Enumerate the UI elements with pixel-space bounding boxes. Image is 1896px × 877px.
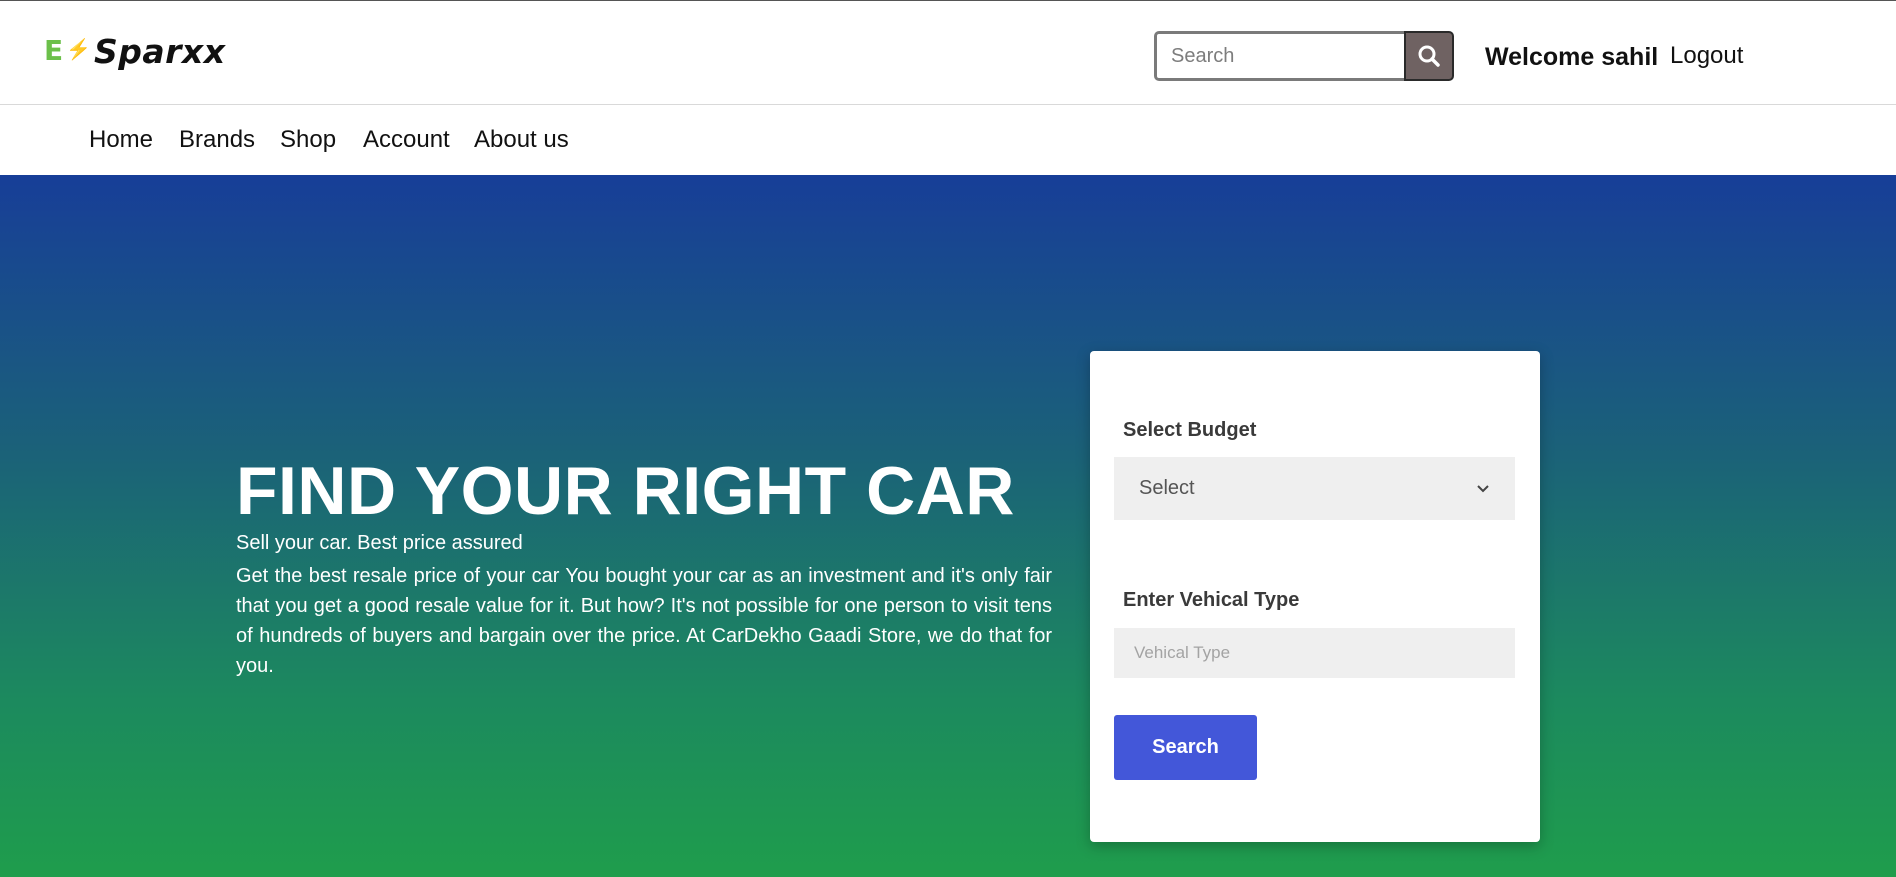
brand-name: Sparxx — [94, 31, 226, 71]
vehicle-type-input[interactable] — [1114, 628, 1515, 678]
logout-link[interactable]: Logout — [1670, 42, 1743, 70]
search-input[interactable] — [1154, 31, 1404, 81]
header-search — [1154, 31, 1454, 81]
welcome-message: Welcome sahil — [1485, 43, 1659, 71]
nav-item-about-us[interactable]: About us — [474, 126, 569, 154]
brand-logo[interactable]: E ⚡ Sparxx — [44, 31, 226, 71]
logo-icon: E ⚡ — [44, 34, 91, 67]
main-nav: Home Brands Shop Account About us — [0, 106, 1896, 175]
nav-item-brands[interactable]: Brands — [179, 126, 255, 154]
budget-select-value: Select — [1139, 477, 1195, 499]
hero-section: FIND YOUR RIGHT CAR Sell your car. Best … — [0, 175, 1896, 877]
budget-label: Select Budget — [1123, 419, 1257, 441]
car-finder-panel: Select Budget Select Enter Vehical Type … — [1090, 351, 1540, 842]
hero-subtitle: Sell your car. Best price assured — [236, 532, 523, 554]
nav-item-home[interactable]: Home — [89, 126, 153, 154]
nav-item-shop[interactable]: Shop — [280, 126, 336, 154]
vehicle-type-label: Enter Vehical Type — [1123, 589, 1300, 611]
hero-title: FIND YOUR RIGHT CAR — [236, 453, 1015, 529]
finder-search-button[interactable]: Search — [1114, 715, 1257, 780]
top-header: E⚡ Sparxx Welcome sahil Logout — [0, 0, 1896, 105]
nav-item-account[interactable]: Account — [363, 126, 450, 154]
chevron-down-icon — [1477, 484, 1489, 492]
search-icon — [1418, 45, 1440, 67]
hero-description: Get the best resale price of your car Yo… — [236, 565, 1052, 677]
budget-select[interactable]: Select — [1114, 457, 1515, 520]
search-button[interactable] — [1404, 31, 1454, 81]
